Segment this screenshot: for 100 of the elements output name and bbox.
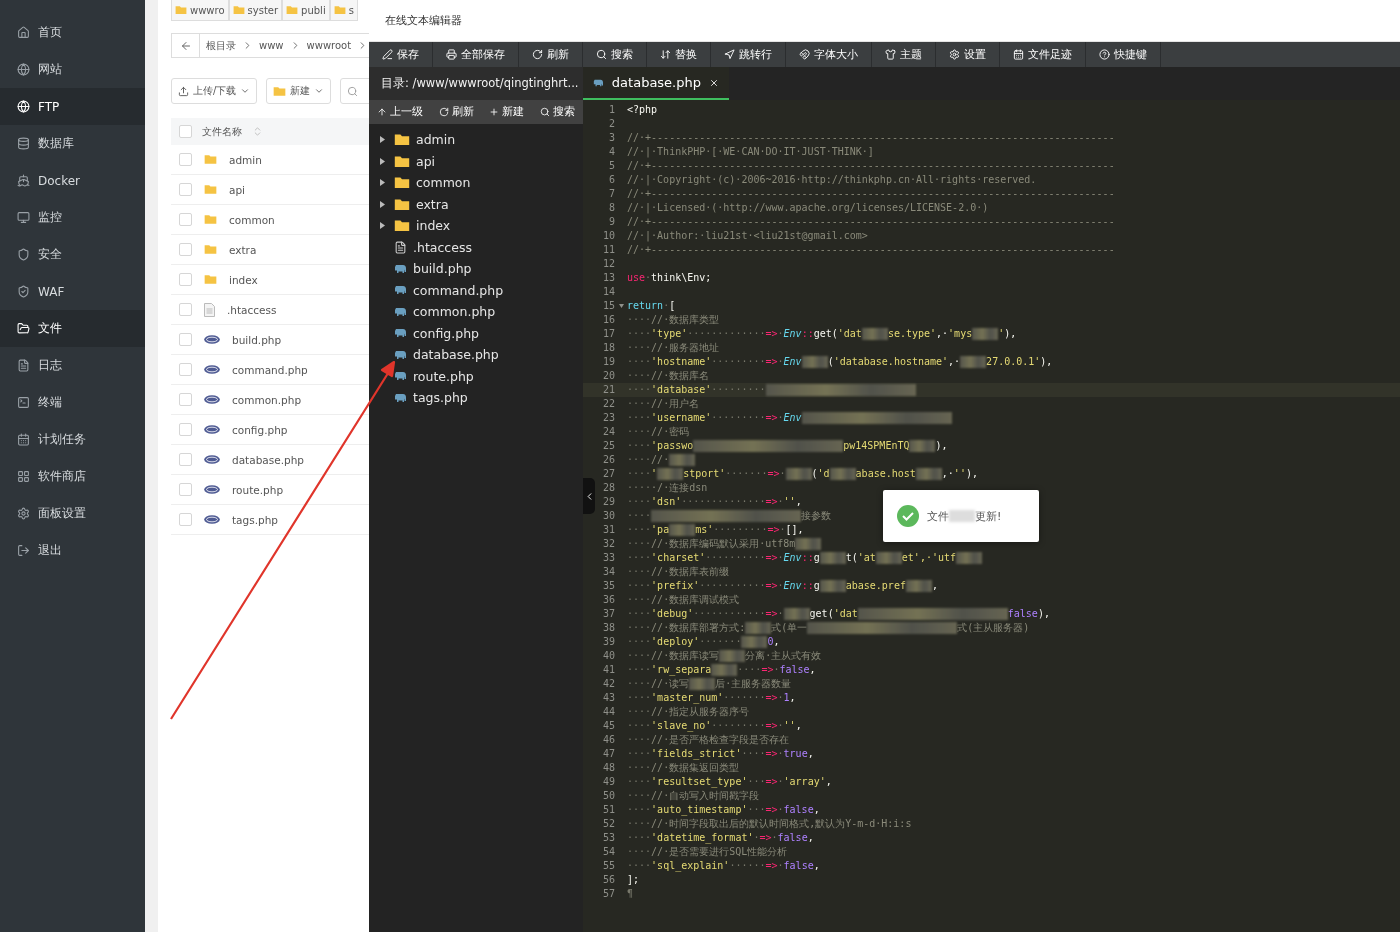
- checkbox[interactable]: [179, 483, 192, 496]
- editor-tab[interactable]: database.php: [583, 67, 729, 100]
- tree-item[interactable]: command.php: [413, 282, 504, 298]
- checkbox[interactable]: [179, 273, 192, 286]
- line-number: 48: [601, 761, 615, 775]
- line-number: 26: [601, 453, 615, 467]
- code-line: return·[: [627, 299, 676, 313]
- checkbox[interactable]: [179, 303, 192, 316]
- tree-item[interactable]: config.php: [413, 325, 479, 341]
- breadcrumb-link[interactable]: 根目录: [200, 38, 242, 53]
- new-button[interactable]: 新建: [266, 78, 332, 104]
- file-name[interactable]: index: [229, 273, 258, 286]
- tree-item[interactable]: api: [416, 153, 436, 169]
- checkbox[interactable]: [179, 423, 192, 436]
- fold-caret-icon[interactable]: [618, 304, 624, 308]
- folder-tab[interactable]: publi: [282, 0, 330, 21]
- line-number: 45: [601, 719, 615, 733]
- code-line: ····//·服务器地址: [627, 341, 720, 355]
- checkbox[interactable]: [179, 333, 192, 346]
- sidebar-item[interactable]: 监控: [0, 199, 145, 236]
- caret-icon[interactable]: [380, 200, 385, 208]
- sidebar-item[interactable]: 数据库: [0, 125, 145, 162]
- tree-item[interactable]: index: [416, 218, 451, 234]
- folder-tab[interactable]: wwwro: [171, 0, 229, 21]
- database-icon: [17, 137, 30, 150]
- tree-item[interactable]: .htaccess: [413, 239, 472, 255]
- file-name[interactable]: admin: [229, 153, 262, 166]
- code-line: ····'master_num'·······=>·1,: [627, 691, 796, 705]
- sidebar-item[interactable]: 退出: [0, 532, 145, 569]
- tree-toolbar-button[interactable]: 刷新: [436, 105, 476, 119]
- checkbox[interactable]: [179, 153, 192, 166]
- line-number: 52: [601, 817, 615, 831]
- file-name[interactable]: extra: [229, 243, 257, 256]
- sidebar-item[interactable]: 计划任务: [0, 421, 145, 458]
- file-name[interactable]: build.php: [232, 333, 282, 346]
- file-name[interactable]: common.php: [232, 393, 302, 406]
- sidebar-item[interactable]: Docker: [0, 162, 145, 199]
- plus-icon: [489, 107, 500, 117]
- checkbox[interactable]: [179, 453, 192, 466]
- file-name[interactable]: .htaccess: [227, 303, 277, 316]
- code-line: ····//·用户名: [627, 397, 700, 411]
- breadcrumb-link[interactable]: www: [253, 40, 290, 51]
- sidebar-item[interactable]: WAF: [0, 273, 145, 310]
- file-name[interactable]: route.php: [232, 483, 284, 496]
- tree-item[interactable]: common.php: [413, 304, 496, 320]
- tree-item[interactable]: tags.php: [413, 390, 468, 406]
- sort-icon[interactable]: [252, 126, 263, 137]
- line-number: 23: [601, 411, 615, 425]
- file-name[interactable]: config.php: [232, 423, 288, 436]
- caret-icon[interactable]: [380, 136, 385, 144]
- sidebar-item[interactable]: 面板设置: [0, 495, 145, 532]
- checkbox[interactable]: [179, 183, 192, 196]
- navigation-icon: [724, 49, 735, 60]
- caret-icon[interactable]: [380, 179, 385, 187]
- tree-item[interactable]: database.php: [413, 347, 499, 363]
- line-number: 7: [607, 187, 615, 201]
- collapse-button[interactable]: [583, 478, 595, 514]
- tree-toolbar-button[interactable]: 新建: [487, 105, 527, 119]
- tree-item[interactable]: common: [416, 175, 471, 191]
- caret-icon[interactable]: [380, 222, 385, 230]
- line-number: 9: [607, 215, 615, 229]
- tree-toolbar-button[interactable]: 搜索: [537, 105, 577, 119]
- file-name[interactable]: common: [229, 213, 275, 226]
- folder-tab[interactable]: syster: [228, 0, 283, 21]
- line-number: 29: [601, 495, 615, 509]
- checkbox[interactable]: [179, 213, 192, 226]
- folder-icon: [394, 154, 410, 168]
- line-number: 57: [601, 887, 615, 901]
- sidebar-item[interactable]: 安全: [0, 236, 145, 273]
- tree-item[interactable]: route.php: [413, 368, 474, 384]
- tree-item[interactable]: extra: [416, 196, 449, 212]
- tree-item[interactable]: admin: [416, 132, 456, 148]
- file-name[interactable]: api: [229, 183, 246, 196]
- sidebar-item[interactable]: 软件商店: [0, 458, 145, 495]
- sidebar-item[interactable]: 日志: [0, 347, 145, 384]
- sidebar-item[interactable]: 首页: [0, 14, 145, 51]
- upload-download-button[interactable]: 上传/下载: [171, 78, 258, 104]
- sidebar-item[interactable]: 网站: [0, 51, 145, 88]
- checkbox[interactable]: [179, 513, 192, 526]
- column-header[interactable]: 文件名称: [202, 124, 242, 139]
- tree-item[interactable]: build.php: [413, 261, 472, 277]
- folder-icon: [204, 244, 217, 255]
- checkbox[interactable]: [179, 393, 192, 406]
- file-name[interactable]: database.php: [232, 453, 304, 466]
- checkbox[interactable]: [179, 125, 192, 138]
- file-name[interactable]: tags.php: [232, 513, 278, 526]
- checkbox[interactable]: [179, 363, 192, 376]
- sidebar-item[interactable]: 终端: [0, 384, 145, 421]
- tree-toolbar-button[interactable]: 上一级: [375, 105, 425, 119]
- checkbox[interactable]: [179, 243, 192, 256]
- code-line: ·····/·连接dsn: [627, 481, 708, 495]
- folder-tab[interactable]: s: [329, 0, 358, 21]
- breadcrumb-link[interactable]: wwwroot: [300, 40, 358, 51]
- caret-icon[interactable]: [380, 157, 385, 165]
- file-name[interactable]: command.php: [232, 363, 308, 376]
- sidebar-item[interactable]: 文件: [0, 310, 145, 347]
- line-number: 40: [601, 649, 615, 663]
- sidebar-item[interactable]: FTP: [0, 88, 145, 125]
- back-arrow-icon[interactable]: [179, 39, 192, 52]
- code-line: //·+-----------------------------------------------------------------------------: [627, 131, 1115, 145]
